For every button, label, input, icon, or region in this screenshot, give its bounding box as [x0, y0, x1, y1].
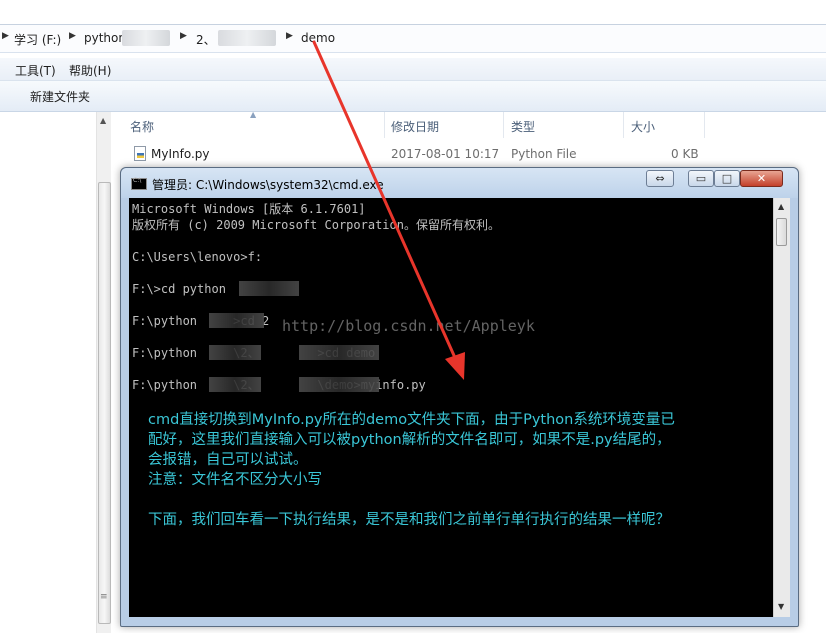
console-output[interactable]: Microsoft Windows [版本 6.1.7601] 版权所有 (c)… [129, 198, 773, 617]
annotation-text: 下面，我们回车看一下执行结果，是不是和我们之前单行单行执行的结果一样呢？ [148, 512, 670, 528]
redaction-mask [299, 377, 379, 392]
scroll-thumb[interactable] [98, 182, 111, 624]
redaction-mask [209, 313, 264, 328]
redaction-mask [209, 345, 261, 360]
scroll-up-icon[interactable]: ▲ [100, 116, 106, 125]
close-button[interactable]: ✕ [740, 170, 783, 187]
column-divider[interactable] [384, 112, 385, 138]
column-divider[interactable] [704, 112, 705, 138]
address-bar[interactable]: ▶ 学习 (F:) ▶ python ▶ 2、 ▶ demo [0, 24, 826, 53]
file-modified: 2017-08-01 10:17 [391, 147, 500, 161]
breadcrumb-separator-icon[interactable]: ▶ [286, 31, 293, 41]
column-header-size[interactable]: 大小 [631, 118, 655, 144]
minimize-button[interactable]: ▭ [688, 170, 714, 187]
annotation-text: 配好，这里我们直接输入可以被python解析的文件名即可，如果不是.py结尾的， [148, 432, 671, 448]
command-toolbar: 新建文件夹 [0, 81, 826, 112]
column-header-date[interactable]: 修改日期 [391, 118, 439, 144]
scroll-up-icon[interactable]: ▲ [778, 202, 784, 211]
maximize-button[interactable]: □ [714, 170, 740, 187]
cmd-title-bar[interactable]: 管理员: C:\Windows\system32\cmd.exe ⇔ ▭ □ ✕ [121, 168, 798, 198]
watermark: http://blog.csdn.net/Appleyk [282, 317, 535, 335]
cmd-window-title: 管理员: C:\Windows\system32\cmd.exe [152, 178, 384, 192]
console-line: C:\Users\lenovo>f: [132, 250, 263, 264]
scroll-grip-icon: ≡ [100, 592, 108, 602]
scroll-down-icon[interactable]: ▼ [778, 602, 784, 611]
breadcrumb-python[interactable]: python [84, 31, 126, 45]
new-folder-button[interactable]: 新建文件夹 [30, 88, 90, 105]
file-row[interactable]: MyInfo.py 2017-08-01 10:17 Python File 0… [118, 143, 818, 165]
restore-layout-button[interactable]: ⇔ [646, 170, 674, 187]
console-line: 版权所有 (c) 2009 Microsoft Corporation。保留所有… [132, 218, 500, 232]
console-scroll-thumb[interactable] [776, 218, 787, 246]
redaction-mask [299, 345, 379, 360]
annotation-text: cmd直接切换到MyInfo.py所在的demo文件夹下面，由于Python系统… [148, 412, 675, 428]
file-name: MyInfo.py [151, 147, 210, 161]
breadcrumb-folder-2[interactable]: 2、 [196, 31, 216, 48]
annotation-text: 注意：文件名不区分大小写 [148, 472, 322, 488]
blurred-text [122, 30, 170, 46]
column-divider[interactable] [623, 112, 624, 138]
console-line: F:\python \2、 \demo>myinfo.py [132, 378, 426, 392]
navigation-scrollbar[interactable]: ▲ ≡ [96, 112, 111, 633]
breadcrumb-demo[interactable]: demo [301, 31, 335, 45]
breadcrumb-arrow-icon[interactable]: ▶ [2, 31, 9, 41]
cmd-icon[interactable] [131, 177, 147, 190]
navigation-pane [0, 112, 96, 633]
redaction-mask [209, 377, 261, 392]
console-line: Microsoft Windows [版本 6.1.7601] [132, 202, 366, 216]
redaction-mask [239, 281, 299, 296]
python-file-icon [134, 146, 146, 161]
menu-help[interactable]: 帮助(H) [69, 62, 111, 79]
menu-bar: 工具(T) 帮助(H) [0, 58, 826, 81]
column-header-name[interactable]: 名称 [130, 118, 154, 144]
blurred-text [218, 30, 276, 46]
cmd-window: 管理员: C:\Windows\system32\cmd.exe ⇔ ▭ □ ✕… [120, 167, 799, 627]
breadcrumb-separator-icon[interactable]: ▶ [69, 31, 76, 41]
console-scrollbar[interactable]: ▲ ▼ [773, 198, 790, 617]
file-type: Python File [511, 147, 577, 161]
column-header-type[interactable]: 类型 [511, 118, 535, 144]
annotation-text: 会报错，自己可以试试。 [148, 452, 308, 468]
file-size: 0 KB [671, 147, 699, 161]
sort-ascending-icon: ▲ [250, 110, 257, 119]
console-line: F:\>cd python [132, 282, 226, 296]
breadcrumb-drive[interactable]: 学习 (F:) [14, 31, 61, 48]
column-divider[interactable] [503, 112, 504, 138]
breadcrumb-separator-icon[interactable]: ▶ [180, 31, 187, 41]
menu-tools[interactable]: 工具(T) [15, 62, 56, 79]
